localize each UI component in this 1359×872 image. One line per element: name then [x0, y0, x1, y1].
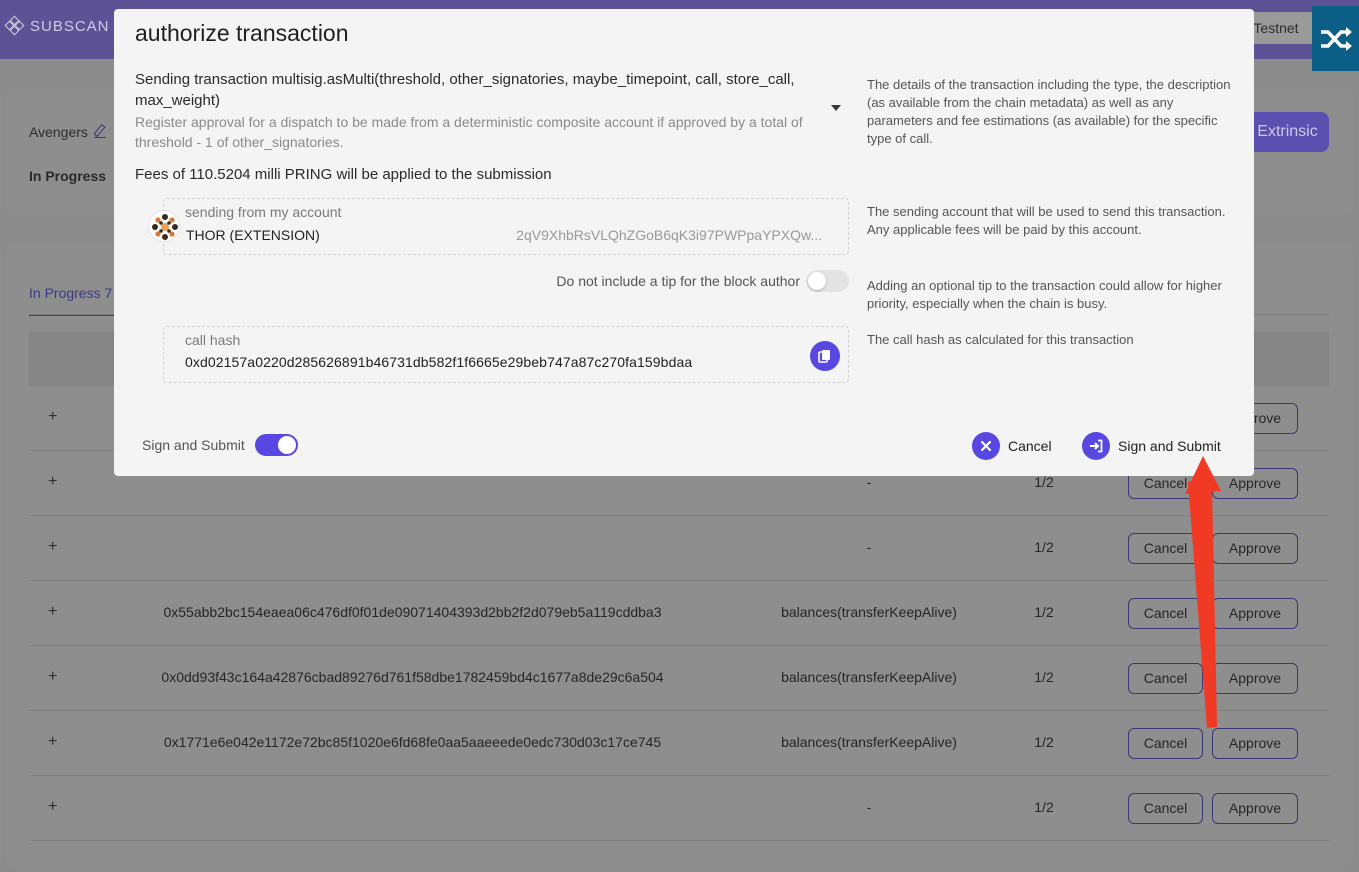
table-row: +0x1771e6e042e1172e72bc85f1020e6fd68fe0a…: [29, 711, 1329, 776]
row-cancel-button[interactable]: Cancel: [1128, 598, 1203, 629]
row-call-hash: 0x0dd93f43c164a42876cbad89276d761f58dbe1…: [161, 669, 664, 685]
cancel-button-label: Cancel: [1008, 438, 1052, 454]
expand-row-icon[interactable]: +: [48, 798, 57, 816]
extrinsic-button[interactable]: Extrinsic: [1246, 112, 1329, 152]
tip-label: Do not include a tip for the block autho…: [556, 273, 800, 289]
row-call: -: [866, 799, 872, 815]
row-approvals: 1/2: [1034, 734, 1054, 750]
call-hash-value: 0xd02157a0220d285626891b46731db582f1f666…: [185, 354, 693, 370]
expand-row-icon[interactable]: +: [48, 603, 57, 621]
row-approve-button[interactable]: Approve: [1212, 533, 1298, 564]
row-approvals: 1/2: [1034, 799, 1054, 815]
authorize-transaction-modal: authorize transaction Sending transactio…: [114, 9, 1254, 476]
row-approve-button[interactable]: Approve: [1212, 598, 1298, 629]
account-label: sending from my account: [185, 204, 342, 220]
row-call-hash: 0x1771e6e042e1172e72bc85f1020e6fd68fe0aa…: [163, 734, 662, 750]
row-cancel-button[interactable]: Cancel: [1128, 728, 1203, 759]
tab-in-progress[interactable]: In Progress 7: [29, 285, 121, 316]
copy-icon: [818, 350, 830, 363]
expand-row-icon[interactable]: +: [48, 668, 57, 686]
modal-title: authorize transaction: [135, 20, 349, 46]
fees-text: Fees of 110.5204 milli PRING will be app…: [135, 166, 552, 183]
tip-toggle[interactable]: [806, 270, 849, 292]
row-approvals: 1/2: [1034, 669, 1054, 685]
edit-icon[interactable]: [93, 126, 106, 138]
table-row: +0x55abb2bc154eaea06c476df0f01de09071404…: [29, 581, 1329, 646]
multisig-name: Avengers: [29, 124, 106, 140]
table-row: +0x0dd93f43c164a42876cbad89276d761f58dbe…: [29, 646, 1329, 711]
row-cancel-button[interactable]: Cancel: [1128, 793, 1203, 824]
row-call: balances(transferKeepAlive): [781, 669, 957, 685]
expand-row-icon[interactable]: +: [48, 473, 57, 491]
table-row: + - 1/2 Cancel Approve: [29, 776, 1329, 841]
row-cancel-button[interactable]: Cancel: [1128, 533, 1203, 564]
account-avatar-icon: [148, 210, 180, 242]
sign-and-submit-toggle-label: Sign and Submit: [142, 437, 245, 453]
row-approve-button[interactable]: Approve: [1212, 728, 1298, 759]
cancel-button[interactable]: Cancel: [972, 432, 1052, 460]
logo-icon: [4, 15, 25, 36]
toggle-knob: [278, 436, 296, 454]
expand-row-icon[interactable]: +: [48, 408, 57, 426]
transaction-call-selector[interactable]: Sending transaction multisig.asMulti(thr…: [135, 69, 833, 152]
multisig-name-text: Avengers: [29, 124, 88, 140]
call-hash-label: call hash: [185, 332, 241, 348]
shuffle-button[interactable]: [1312, 6, 1359, 71]
row-call: -: [866, 539, 872, 555]
logo-text: SUBSCAN: [30, 17, 110, 35]
help-tip: Adding an optional tip to the transactio…: [867, 278, 1222, 311]
expand-row-icon[interactable]: +: [48, 538, 57, 556]
row-approvals: 1/2: [1034, 474, 1054, 490]
table-row: + - 1/2 Cancel Approve: [29, 516, 1329, 581]
toggle-knob: [808, 272, 826, 290]
help-call-hash: The call hash as calculated for this tra…: [867, 332, 1134, 347]
account-address: 2qV9XhbRsVLQhZGoB6qK3i97PWPpaYPXQw...: [516, 227, 822, 243]
sign-and-submit-label: Sign and Submit: [1118, 438, 1221, 454]
expand-row-icon[interactable]: +: [48, 733, 57, 751]
row-approvals: 1/2: [1034, 539, 1054, 555]
transaction-call: Sending transaction multisig.asMulti(thr…: [135, 71, 795, 109]
row-approve-button[interactable]: Approve: [1212, 793, 1298, 824]
row-call: -: [866, 474, 872, 490]
transaction-description: Register approval for a dispatch to be m…: [135, 114, 803, 150]
status-label: In Progress: [29, 168, 107, 184]
help-account: The sending account that will be used to…: [867, 204, 1226, 237]
row-call-hash: 0x55abb2bc154eaea06c476df0f01de090714043…: [163, 604, 662, 620]
subscan-logo[interactable]: SUBSCAN: [4, 15, 110, 36]
row-approve-button[interactable]: Approve: [1212, 663, 1298, 694]
row-call: balances(transferKeepAlive): [781, 734, 957, 750]
sign-and-submit-toggle[interactable]: [255, 434, 298, 456]
copy-button[interactable]: [810, 341, 840, 371]
row-approvals: 1/2: [1034, 604, 1054, 620]
sign-in-icon: [1082, 432, 1110, 460]
account-name: THOR (EXTENSION): [186, 227, 320, 243]
chevron-down-icon[interactable]: [831, 105, 841, 111]
close-icon: [972, 432, 1000, 460]
shuffle-icon: [1320, 26, 1352, 51]
sign-and-submit-button[interactable]: Sign and Submit: [1082, 432, 1221, 460]
row-call: balances(transferKeepAlive): [781, 604, 957, 620]
help-transaction: The details of the transaction including…: [867, 77, 1231, 146]
row-cancel-button[interactable]: Cancel: [1128, 663, 1203, 694]
